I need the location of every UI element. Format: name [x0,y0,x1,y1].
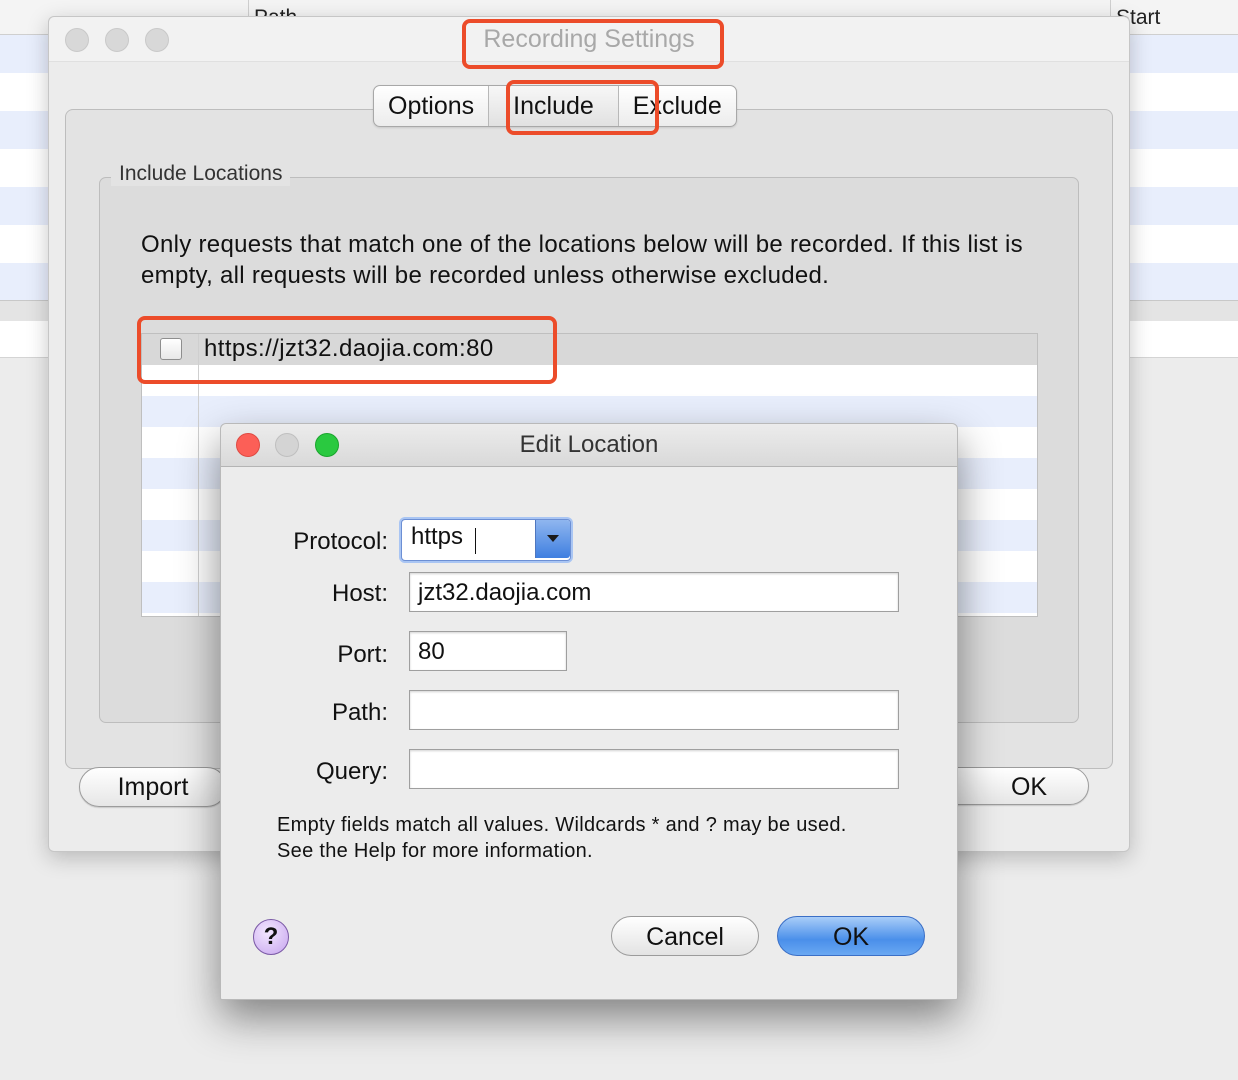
path-field[interactable] [409,690,899,730]
import-button[interactable]: Import [79,767,227,807]
protocol-value[interactable]: https [411,523,463,551]
dropdown-arrow-icon[interactable] [535,520,570,558]
hint-text: Empty fields match all values. Wildcards… [277,812,847,864]
chevron-down-icon [547,535,559,542]
port-field[interactable]: 80 [409,631,567,671]
cancel-button[interactable]: Cancel [611,916,759,956]
dialog-title: Edit Location [519,431,659,458]
host-field[interactable]: jzt32.daojia.com [409,572,899,612]
protocol-combo[interactable]: https [401,519,571,561]
query-label: Query: [315,758,388,785]
edit-location-dialog: Edit Location Protocol: https Host: jzt3… [220,423,958,1000]
help-icon[interactable]: ? [253,919,289,955]
include-description: Only requests that match one of the loca… [141,231,1023,289]
query-field[interactable] [409,749,899,789]
highlight-location [137,316,557,384]
path-label: Path: [331,699,388,726]
edit-location-titlebar[interactable]: Edit Location [221,424,957,467]
host-label: Host: [331,580,388,607]
protocol-label: Protocol: [293,528,388,555]
text-cursor [475,528,476,554]
hint-line-1: Empty fields match all values. Wildcards… [277,814,847,836]
highlight-include-tab [506,80,659,135]
hint-line-2: See the Help for more information. [277,840,593,862]
ok-button[interactable]: OK [777,916,925,956]
group-title: Include Locations [111,162,291,186]
highlight-title [462,19,724,69]
port-label: Port: [337,641,388,668]
tab-options[interactable]: Options [374,86,490,126]
